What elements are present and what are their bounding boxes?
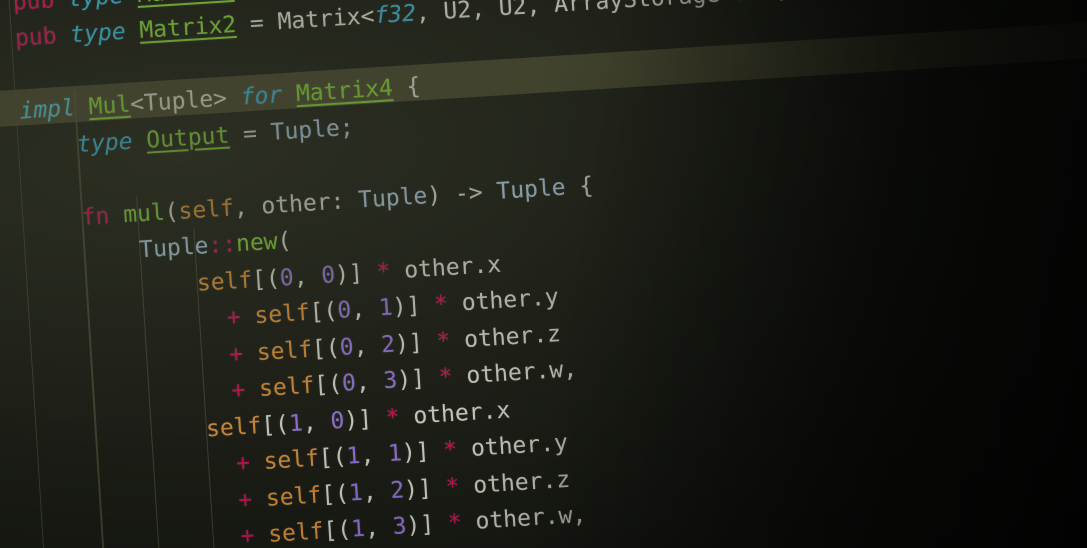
code-token-function: mul xyxy=(122,199,166,228)
code-token-plain: [( xyxy=(322,516,352,545)
code-token-lightblue: Tuple xyxy=(495,174,567,205)
code-token-plain: , xyxy=(302,408,332,436)
code-token-plain: , other: xyxy=(232,187,360,221)
code-token-plain: other.x xyxy=(408,543,520,548)
code-token-plain: other.x xyxy=(389,251,502,285)
code-token-type_underlined: Mul xyxy=(87,91,132,121)
code-token-plain: { xyxy=(564,172,594,200)
code-token-plain: )] xyxy=(403,474,447,503)
code-token-plain: other.w, xyxy=(460,501,587,536)
code-token-plain: other.z xyxy=(458,466,571,500)
code-token-primitive: f32 xyxy=(733,0,776,7)
code-token-type_underlined: Matrix2 xyxy=(138,11,237,44)
code-token-plain: )] xyxy=(394,328,438,357)
code-token-plain: = xyxy=(235,9,279,38)
code-token-plain: [( xyxy=(311,334,341,363)
code-token-plain: [( xyxy=(313,370,343,399)
code-token-op: + xyxy=(230,376,260,404)
code-token-self: self xyxy=(258,372,316,403)
code-token-plain: [( xyxy=(308,298,339,326)
code-token-plain: = xyxy=(228,119,272,148)
code-token-plain: [( xyxy=(320,480,350,508)
code-token-plain: )] xyxy=(343,404,387,434)
code-token-lightblue: Tuple; xyxy=(269,114,355,146)
code-token-plain: other.y xyxy=(447,284,560,318)
code-token-plain: , xyxy=(361,477,392,506)
code-token-plain: [( xyxy=(318,443,348,472)
code-token-plain: [( xyxy=(251,265,281,293)
code-token-plain: )] xyxy=(396,364,440,394)
code-line[interactable]: fn mul(self, other: Tuple) -> Tuple { xyxy=(25,167,594,239)
code-token-plain: ( xyxy=(276,227,293,255)
code-token-op: :: xyxy=(207,231,237,259)
code-token-plain: other.z xyxy=(449,320,562,354)
code-token-plain: , xyxy=(352,331,383,360)
code-token-self: self xyxy=(255,336,313,366)
code-token-function: new xyxy=(235,228,279,258)
code-token-plain: Matrix< xyxy=(276,3,376,36)
code-token-plain: , U2, U2>>; xyxy=(774,0,928,4)
code-token-self: self xyxy=(177,194,235,225)
code-token-type_underlined: Matrix3 xyxy=(136,0,234,7)
code-token-plain: , xyxy=(292,262,323,291)
code-token-op: + xyxy=(239,521,270,548)
code-token-op: + xyxy=(235,449,265,477)
code-token-plain: , U2, U2, ArrayStorage< xyxy=(415,0,735,27)
code-token-impl: impl xyxy=(18,94,90,125)
code-token-plain: { xyxy=(391,73,422,102)
code-token-plain: [( xyxy=(260,410,290,439)
code-token-plain: other.y xyxy=(456,429,569,463)
code-token-plain: <Tuple> xyxy=(129,84,242,118)
code-token-keyword_italic: for xyxy=(239,81,297,111)
code-token-lightblue: Tuple xyxy=(357,182,429,214)
code-token-self: self xyxy=(253,299,311,330)
code-token-plain: other.x xyxy=(398,396,511,430)
code-token-plain: )] xyxy=(401,437,445,467)
code-token-keyword: pub xyxy=(14,22,72,52)
code-token-type_underlined: Output xyxy=(145,122,231,154)
code-token-keyword: pub xyxy=(11,0,69,16)
code-token-self: self xyxy=(265,481,323,512)
code-token-keyword_italic: type xyxy=(76,127,148,158)
code-token-op: + xyxy=(226,303,256,331)
code-token-plain: = xyxy=(233,0,276,1)
code-token-keyword: fn xyxy=(80,201,125,231)
code-token-op: + xyxy=(228,339,258,368)
code-token-plain: , xyxy=(359,441,389,469)
code-token-plain: ) -> xyxy=(426,178,498,209)
code-token-primitive: f32 xyxy=(373,0,417,30)
code-token-self: self xyxy=(196,266,254,297)
code-token-self: self xyxy=(262,445,320,475)
code-token-plain: , xyxy=(350,295,380,324)
code-token-plain: )] xyxy=(391,291,436,321)
code-editor-surface[interactable]: 789101112131415161718192021222324 pub ty… xyxy=(0,0,1087,548)
code-token-plain: , xyxy=(364,514,394,542)
code-token-op: + xyxy=(237,485,267,514)
code-token-plain: )] xyxy=(334,259,378,288)
code-token-plain: )] xyxy=(405,510,449,540)
code-token-type_underlined: Matrix4 xyxy=(295,75,394,108)
code-token-keyword_italic: type xyxy=(67,0,138,12)
screenshot-root: 789101112131415161718192021222324 pub ty… xyxy=(0,0,1087,548)
code-token-keyword_italic: type xyxy=(69,17,141,49)
code-token-self: self xyxy=(205,412,263,443)
code-token-plain: , xyxy=(355,368,385,397)
code-token-self: self xyxy=(267,518,325,548)
code-token-plain: other.w, xyxy=(451,356,578,390)
code-token-lightblue: Tuple xyxy=(138,233,210,264)
